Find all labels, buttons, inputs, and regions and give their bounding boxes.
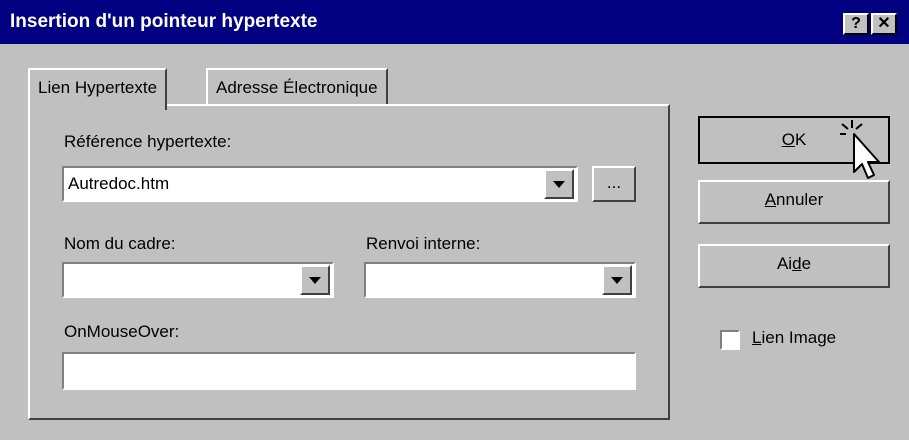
browse-button[interactable]: ... <box>592 166 636 202</box>
mouse-cursor-icon <box>840 120 880 179</box>
onmouseover-input[interactable] <box>62 352 636 390</box>
image-link-label[interactable]: Lien Image <box>752 328 836 348</box>
image-link-checkbox[interactable] <box>720 330 740 350</box>
cancel-accel: A <box>764 190 777 209</box>
close-button[interactable]: ✕ <box>871 13 897 35</box>
tab-lien-hypertexte[interactable]: Lien Hypertexte <box>28 68 168 110</box>
frame-label: Nom du cadre: <box>64 234 176 253</box>
help-title-button[interactable]: ? <box>843 13 869 35</box>
image-link-rest: ien Image <box>761 328 837 347</box>
ok-accel: O <box>781 130 795 149</box>
tab-adresse-electronique[interactable]: Adresse Électronique <box>206 68 388 106</box>
help-accel: d <box>792 254 802 273</box>
anchor-dropdown-button[interactable] <box>602 265 632 295</box>
reference-dropdown-button[interactable] <box>544 169 574 199</box>
help-button[interactable]: Aide <box>698 244 890 288</box>
onmouseover-label: OnMouseOver: <box>64 322 180 341</box>
frame-dropdown-button[interactable] <box>300 265 330 295</box>
anchor-label: Renvoi interne: <box>366 234 481 253</box>
help-rest: e <box>801 254 812 273</box>
anchor-combobox[interactable] <box>364 262 636 298</box>
help-pre: Ai <box>776 254 793 273</box>
reference-combobox[interactable]: Autredoc.htm <box>62 166 578 202</box>
reference-label: Référence hypertexte: <box>64 132 232 151</box>
frame-combobox[interactable] <box>62 262 334 298</box>
ok-rest: K <box>794 130 807 149</box>
window-title: Insertion d'un pointeur hypertexte <box>10 11 318 32</box>
cancel-rest: nnuler <box>776 190 824 209</box>
